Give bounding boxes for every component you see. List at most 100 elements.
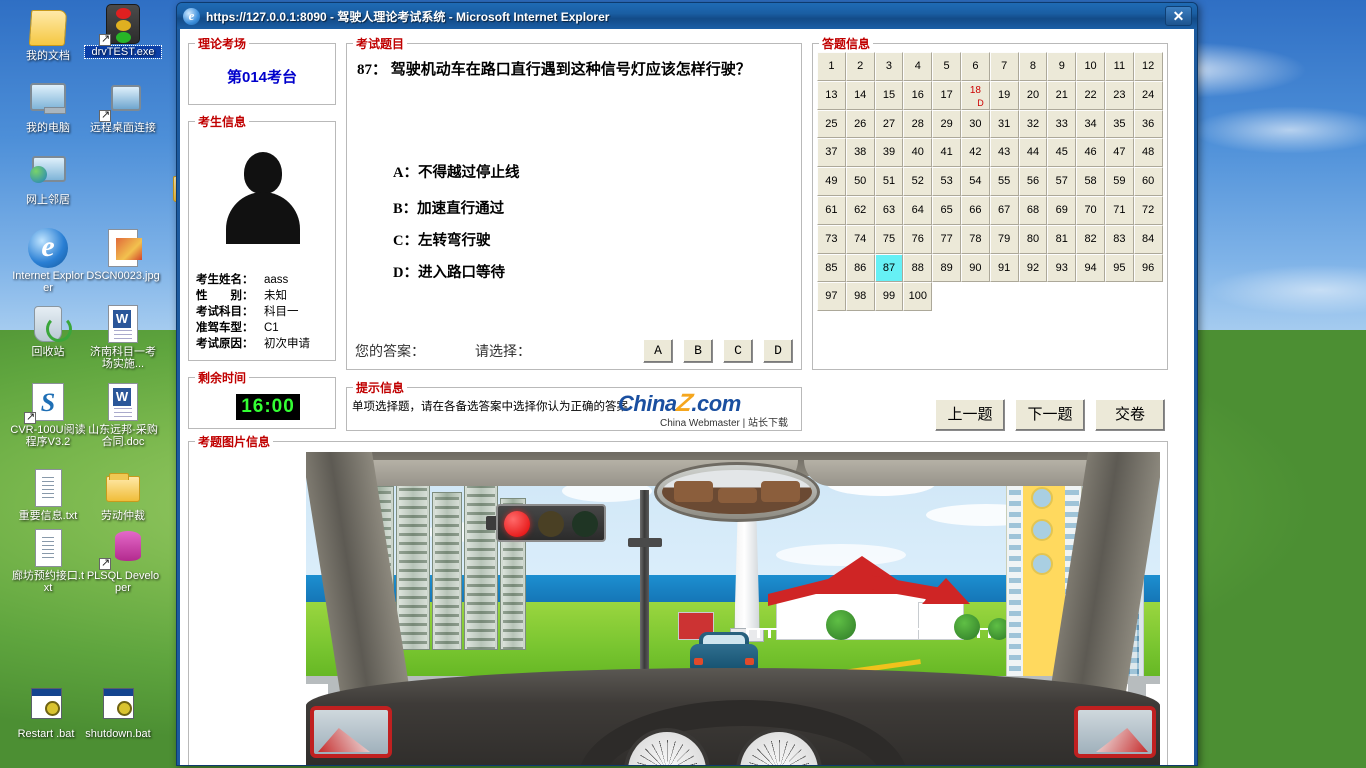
answer-cell-85[interactable]: 85	[817, 253, 846, 283]
close-icon[interactable]: ✕	[1165, 6, 1192, 26]
answer-cell-52[interactable]: 52	[903, 167, 933, 196]
answer-cell-69[interactable]: 69	[1047, 195, 1077, 225]
answer-cell-71[interactable]: 71	[1104, 195, 1134, 225]
answer-cell-22[interactable]: 22	[1076, 80, 1105, 110]
desktop-icon-recycle-bin[interactable]: 回收站	[10, 304, 86, 358]
answer-cell-86[interactable]: 86	[845, 253, 875, 283]
answer-cell-97[interactable]: 97	[817, 282, 846, 312]
answer-cell-98[interactable]: 98	[845, 282, 875, 312]
answer-cell-47[interactable]: 47	[1104, 138, 1134, 168]
desktop-icon-batch-file[interactable]: Restart .bat	[8, 686, 84, 740]
answer-cell-56[interactable]: 56	[1018, 167, 1048, 196]
desktop-icon-word-document[interactable]: 济南科目一考场实施...	[85, 304, 161, 370]
choice-button-d[interactable]: D	[763, 339, 793, 363]
answer-cell-58[interactable]: 58	[1076, 167, 1105, 196]
answer-cell-42[interactable]: 42	[960, 138, 990, 168]
answer-cell-65[interactable]: 65	[932, 195, 961, 225]
answer-cell-76[interactable]: 76	[903, 224, 933, 254]
desktop-icon-internet-explorer[interactable]: Internet Explorer	[10, 228, 86, 294]
answer-cell-70[interactable]: 70	[1076, 195, 1105, 225]
answer-cell-41[interactable]: 41	[932, 138, 961, 168]
desktop-icon-batch-file[interactable]: shutdown.bat	[80, 686, 156, 740]
answer-cell-6[interactable]: 6	[960, 52, 990, 81]
answer-cell-23[interactable]: 23	[1104, 80, 1134, 110]
answer-cell-48[interactable]: 48	[1133, 138, 1163, 168]
answer-cell-9[interactable]: 9	[1047, 52, 1077, 81]
answer-cell-34[interactable]: 34	[1076, 109, 1105, 139]
answer-cell-28[interactable]: 28	[903, 109, 933, 139]
answer-cell-2[interactable]: 2	[845, 52, 875, 81]
answer-cell-75[interactable]: 75	[874, 224, 904, 254]
desktop-icon-text-file[interactable]: 重要信息.txt	[10, 468, 86, 522]
answer-cell-92[interactable]: 92	[1018, 253, 1048, 283]
next-question-button[interactable]: 下一题	[1015, 399, 1085, 431]
answer-cell-13[interactable]: 13	[817, 80, 846, 110]
answer-cell-44[interactable]: 44	[1018, 138, 1048, 168]
answer-cell-32[interactable]: 32	[1018, 109, 1048, 139]
answer-cell-59[interactable]: 59	[1104, 167, 1134, 196]
answer-cell-49[interactable]: 49	[817, 167, 846, 196]
answer-cell-77[interactable]: 77	[932, 224, 961, 254]
answer-cell-60[interactable]: 60	[1133, 167, 1163, 196]
answer-cell-33[interactable]: 33	[1047, 109, 1077, 139]
answer-cell-19[interactable]: 19	[989, 80, 1019, 110]
answer-cell-35[interactable]: 35	[1104, 109, 1134, 139]
answer-cell-36[interactable]: 36	[1133, 109, 1163, 139]
answer-cell-61[interactable]: 61	[817, 195, 846, 225]
answer-cell-7[interactable]: 7	[989, 52, 1019, 81]
answer-cell-45[interactable]: 45	[1047, 138, 1077, 168]
answer-cell-82[interactable]: 82	[1076, 224, 1105, 254]
desktop-icon-image-file[interactable]: DSCN0023.jpg	[85, 228, 161, 282]
answer-cell-30[interactable]: 30	[960, 109, 990, 139]
answer-cell-96[interactable]: 96	[1133, 253, 1163, 283]
answer-cell-72[interactable]: 72	[1133, 195, 1163, 225]
answer-cell-50[interactable]: 50	[845, 167, 875, 196]
choice-button-b[interactable]: B	[683, 339, 713, 363]
answer-cell-26[interactable]: 26	[845, 109, 875, 139]
answer-cell-14[interactable]: 14	[845, 80, 875, 110]
answer-cell-21[interactable]: 21	[1047, 80, 1077, 110]
answer-cell-51[interactable]: 51	[874, 167, 904, 196]
previous-question-button[interactable]: 上一题	[935, 399, 1005, 431]
answer-cell-53[interactable]: 53	[932, 167, 961, 196]
desktop-icon-network-places[interactable]: 网上邻居	[10, 152, 86, 206]
answer-cell-37[interactable]: 37	[817, 138, 846, 168]
answer-cell-27[interactable]: 27	[874, 109, 904, 139]
answer-cell-31[interactable]: 31	[989, 109, 1019, 139]
choice-button-a[interactable]: A	[643, 339, 673, 363]
answer-cell-25[interactable]: 25	[817, 109, 846, 139]
answer-cell-62[interactable]: 62	[845, 195, 875, 225]
desktop-icon-folder[interactable]: 劳动仲裁	[85, 468, 161, 522]
answer-cell-84[interactable]: 84	[1133, 224, 1163, 254]
answer-cell-39[interactable]: 39	[874, 138, 904, 168]
answer-cell-78[interactable]: 78	[960, 224, 990, 254]
answer-cell-83[interactable]: 83	[1104, 224, 1134, 254]
answer-cell-29[interactable]: 29	[932, 109, 961, 139]
answer-cell-20[interactable]: 20	[1018, 80, 1048, 110]
answer-cell-12[interactable]: 12	[1133, 52, 1163, 81]
answer-cell-64[interactable]: 64	[903, 195, 933, 225]
desktop-icon-traffic-light-app[interactable]: drvTEST.exe	[84, 4, 162, 59]
answer-cell-40[interactable]: 40	[903, 138, 933, 168]
answer-cell-1[interactable]: 1	[817, 52, 846, 81]
answer-cell-68[interactable]: 68	[1018, 195, 1048, 225]
window-title-bar[interactable]: https://127.0.0.1:8090 - 驾驶人理论考试系统 - Mic…	[177, 3, 1197, 29]
answer-cell-46[interactable]: 46	[1076, 138, 1105, 168]
desktop-icon-cvr-reader[interactable]: CVR-100U阅读程序V3.2	[10, 382, 86, 448]
desktop-icon-my-computer[interactable]: 我的电脑	[10, 80, 86, 134]
answer-cell-81[interactable]: 81	[1047, 224, 1077, 254]
answer-cell-88[interactable]: 88	[903, 253, 933, 283]
answer-cell-3[interactable]: 3	[874, 52, 904, 81]
answer-cell-63[interactable]: 63	[874, 195, 904, 225]
answer-cell-43[interactable]: 43	[989, 138, 1019, 168]
answer-cell-55[interactable]: 55	[989, 167, 1019, 196]
submit-exam-button[interactable]: 交卷	[1095, 399, 1165, 431]
answer-cell-90[interactable]: 90	[960, 253, 990, 283]
answer-cell-87[interactable]: 87	[874, 253, 904, 283]
choice-button-c[interactable]: C	[723, 339, 753, 363]
answer-cell-89[interactable]: 89	[932, 253, 961, 283]
answer-cell-38[interactable]: 38	[845, 138, 875, 168]
answer-cell-54[interactable]: 54	[960, 167, 990, 196]
desktop-icon-remote-desktop[interactable]: 远程桌面连接	[85, 80, 161, 134]
answer-cell-74[interactable]: 74	[845, 224, 875, 254]
